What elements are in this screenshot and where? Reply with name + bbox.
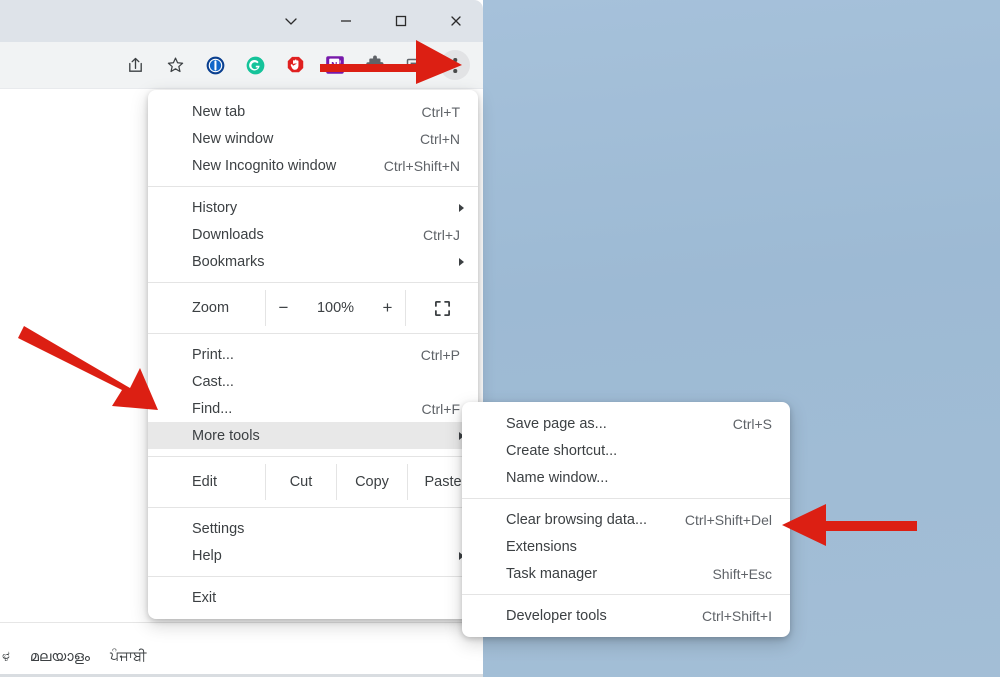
menu-item-label: New tab bbox=[192, 103, 246, 120]
bookmark-star-icon[interactable] bbox=[160, 50, 190, 80]
menu-item-label: Create shortcut... bbox=[506, 442, 618, 459]
submenu-item-developer-tools[interactable]: Developer tools Ctrl+Shift+I bbox=[462, 602, 790, 629]
cast-screen-icon[interactable] bbox=[400, 50, 430, 80]
menu-item-cast[interactable]: Cast... bbox=[148, 368, 478, 395]
chrome-menu-kebab-icon[interactable] bbox=[440, 50, 470, 80]
menu-item-history[interactable]: History bbox=[148, 194, 478, 221]
menu-item-label: Save page as... bbox=[506, 415, 607, 432]
menu-item-label: Bookmarks bbox=[192, 253, 265, 270]
cut-button[interactable]: Cut bbox=[265, 464, 336, 500]
browser-toolbar: N bbox=[0, 42, 483, 88]
menu-item-new-incognito-window[interactable]: New Incognito window Ctrl+Shift+N bbox=[148, 152, 478, 179]
more-tools-submenu: Save page as... Ctrl+S Create shortcut..… bbox=[462, 402, 790, 637]
menu-item-shortcut: Ctrl+S bbox=[732, 415, 772, 432]
zoom-out-button[interactable]: − bbox=[274, 298, 294, 318]
menu-item-more-tools[interactable]: More tools bbox=[148, 422, 478, 449]
zoom-label: Zoom bbox=[192, 300, 230, 316]
menu-separator bbox=[148, 333, 478, 334]
extensions-puzzle-icon[interactable] bbox=[360, 50, 390, 80]
submenu-item-create-shortcut[interactable]: Create shortcut... bbox=[462, 437, 790, 464]
menu-item-label: Extensions bbox=[506, 538, 577, 555]
menu-item-label: Name window... bbox=[506, 469, 609, 486]
menu-separator bbox=[148, 507, 478, 508]
menu-item-label: New Incognito window bbox=[192, 157, 337, 174]
menu-separator bbox=[148, 456, 478, 457]
onepassword-extension-icon[interactable] bbox=[200, 50, 230, 80]
chevron-down-button[interactable] bbox=[263, 0, 318, 42]
zoom-in-button[interactable]: + bbox=[378, 298, 398, 318]
menu-item-label: Downloads bbox=[192, 226, 264, 243]
menu-item-settings[interactable]: Settings bbox=[148, 515, 478, 542]
menu-item-shortcut: Ctrl+Shift+I bbox=[701, 607, 772, 624]
chrome-main-menu: New tab Ctrl+T New window Ctrl+N New Inc… bbox=[148, 90, 478, 619]
menu-item-downloads[interactable]: Downloads Ctrl+J bbox=[148, 221, 478, 248]
menu-item-label: Developer tools bbox=[506, 607, 607, 624]
menu-item-label: Settings bbox=[192, 520, 245, 537]
menu-item-find[interactable]: Find... Ctrl+F bbox=[148, 395, 478, 422]
language-link[interactable]: ಳ bbox=[2, 649, 10, 665]
copy-button[interactable]: Copy bbox=[336, 464, 407, 500]
fullscreen-icon bbox=[434, 300, 450, 316]
menu-row-edit: Edit Cut Copy Paste bbox=[148, 464, 478, 500]
menu-item-print[interactable]: Print... Ctrl+P bbox=[148, 341, 478, 368]
language-link[interactable]: ਪੰਜਾਬੀ bbox=[110, 649, 146, 665]
minimize-button[interactable] bbox=[318, 0, 373, 42]
zoom-percent-value: 100% bbox=[316, 300, 355, 316]
menu-separator bbox=[462, 498, 790, 499]
menu-item-exit[interactable]: Exit bbox=[148, 584, 478, 611]
zoom-controls: − 100% + bbox=[265, 290, 406, 326]
menu-separator bbox=[148, 186, 478, 187]
chevron-right-icon bbox=[459, 257, 464, 266]
menu-item-shortcut: Ctrl+Shift+Del bbox=[684, 511, 772, 528]
submenu-item-extensions[interactable]: Extensions bbox=[462, 533, 790, 560]
menu-item-shortcut: Ctrl+P bbox=[420, 346, 460, 363]
menu-item-label: History bbox=[192, 199, 238, 216]
menu-item-bookmarks[interactable]: Bookmarks bbox=[148, 248, 478, 275]
close-button[interactable] bbox=[428, 0, 483, 42]
submenu-item-task-manager[interactable]: Task manager Shift+Esc bbox=[462, 560, 790, 587]
menu-separator bbox=[148, 282, 478, 283]
menu-item-shortcut: Ctrl+T bbox=[421, 103, 461, 120]
menu-item-shortcut: Ctrl+F bbox=[421, 400, 461, 417]
menu-item-shortcut: Shift+Esc bbox=[712, 565, 772, 582]
menu-item-label: New window bbox=[192, 130, 274, 147]
menu-item-new-tab[interactable]: New tab Ctrl+T bbox=[148, 98, 478, 125]
submenu-item-name-window[interactable]: Name window... bbox=[462, 464, 790, 491]
edit-label: Edit bbox=[192, 474, 217, 490]
menu-item-label: Exit bbox=[192, 589, 217, 606]
onenote-extension-icon[interactable]: N bbox=[320, 50, 350, 80]
menu-item-label: Find... bbox=[192, 400, 233, 417]
adblock-extension-icon[interactable] bbox=[280, 50, 310, 80]
window-controls bbox=[263, 0, 483, 42]
submenu-item-save-page-as[interactable]: Save page as... Ctrl+S bbox=[462, 410, 790, 437]
chevron-right-icon bbox=[459, 203, 464, 212]
menu-separator bbox=[462, 594, 790, 595]
menu-item-label: Cast... bbox=[192, 373, 234, 390]
menu-item-new-window[interactable]: New window Ctrl+N bbox=[148, 125, 478, 152]
maximize-button[interactable] bbox=[373, 0, 428, 42]
submenu-item-clear-browsing-data[interactable]: Clear browsing data... Ctrl+Shift+Del bbox=[462, 506, 790, 533]
menu-item-shortcut: Ctrl+J bbox=[423, 226, 460, 243]
menu-item-shortcut: Ctrl+N bbox=[419, 130, 460, 147]
grammarly-extension-icon[interactable] bbox=[240, 50, 270, 80]
menu-separator bbox=[148, 576, 478, 577]
language-link[interactable]: മലയാളം bbox=[30, 649, 90, 665]
title-bar bbox=[0, 0, 483, 42]
menu-item-label: More tools bbox=[192, 427, 260, 444]
menu-item-label: Clear browsing data... bbox=[506, 511, 648, 528]
menu-item-label: Help bbox=[192, 547, 222, 564]
page-divider bbox=[0, 622, 483, 623]
fullscreen-button[interactable] bbox=[406, 290, 478, 326]
menu-item-shortcut: Ctrl+Shift+N bbox=[383, 157, 460, 174]
menu-item-label: Task manager bbox=[506, 565, 598, 582]
menu-item-label: Print... bbox=[192, 346, 234, 363]
svg-text:N: N bbox=[331, 60, 337, 70]
share-icon[interactable] bbox=[120, 50, 150, 80]
menu-row-zoom: Zoom − 100% + bbox=[148, 290, 478, 326]
menu-item-help[interactable]: Help bbox=[148, 542, 478, 569]
language-links: ಳ മലയാളം ਪੰਜਾਬੀ bbox=[0, 649, 483, 665]
